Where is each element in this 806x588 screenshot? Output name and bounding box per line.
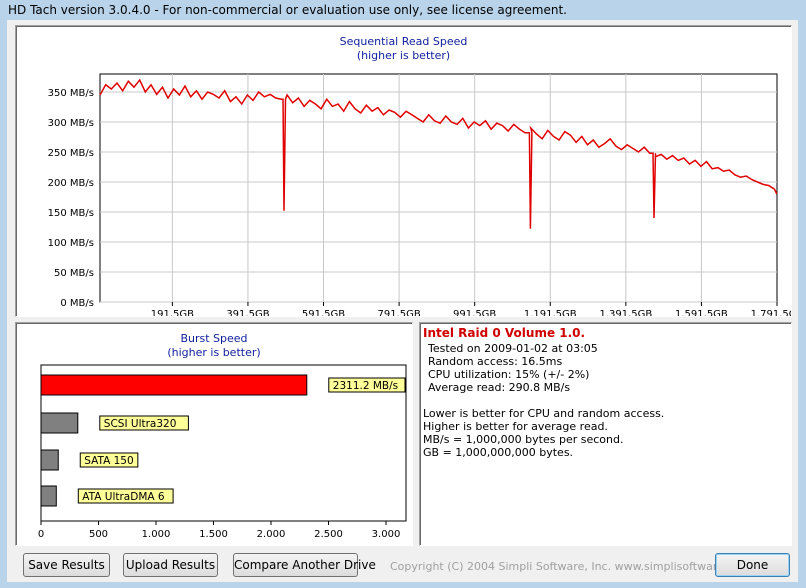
- save-results-button[interactable]: Save Results: [23, 553, 110, 577]
- x-tick-label: 391,5GB: [226, 309, 269, 316]
- y-tick-label: 250 MB/s: [48, 148, 94, 159]
- bar-label: SCSI Ultra320: [104, 418, 177, 430]
- upload-results-button[interactable]: Upload Results: [123, 553, 218, 577]
- y-tick-label: 50 MB/s: [54, 268, 94, 279]
- title-bar[interactable]: HD Tach version 3.0.4.0 - For non-commer…: [0, 0, 806, 20]
- x-tick-label: 991,5GB: [453, 309, 496, 316]
- x-tick-label: 1.591,5GB: [675, 309, 728, 316]
- random-access-text: Random access: 16.5ms: [428, 355, 563, 368]
- cpu-utilization-text: CPU utilization: 15% (+/- 2%): [428, 368, 590, 381]
- sequential-read-panel: Sequential Read Speed (higher is better)…: [15, 25, 792, 317]
- bar-label: SATA 150: [84, 455, 133, 467]
- y-tick-label: 0 MB/s: [60, 298, 94, 309]
- copyright-text: Copyright (C) 2004 Simpli Software, Inc.…: [390, 560, 751, 573]
- x-tick-label: 500: [89, 529, 108, 540]
- x-tick-label: 2.500: [314, 529, 343, 540]
- x-tick-label: 791,5GB: [377, 309, 420, 316]
- burst-bar: [40, 449, 59, 471]
- average-read-text: Average read: 290.8 MB/s: [428, 381, 571, 394]
- sequential-read-chart: 350 MB/s 300 MB/s 250 MB/s 200 MB/s 150 MB/s…: [48, 73, 791, 316]
- drive-name: Intel Raid 0 Volume 1.0.: [423, 326, 586, 340]
- x-tick-label: 191,5GB: [151, 309, 194, 316]
- x-tick-label: 3.000: [372, 529, 401, 540]
- note-line: Higher is better for average read.: [423, 420, 608, 433]
- drive-info-panel: Intel Raid 0 Volume 1.0. Tested on 2009-…: [419, 322, 792, 546]
- x-tick-label: 591,5GB: [302, 309, 345, 316]
- burst-speed-panel: Burst Speed (higher is better) 0 500 1.000…: [15, 322, 413, 546]
- x-tick-label: 2.000: [257, 529, 286, 540]
- x-tick-label: 1.791,5GB: [751, 309, 791, 316]
- tested-on-text: Tested on 2009-01-02 at 03:05: [428, 342, 598, 355]
- burst-bar: [40, 485, 57, 507]
- y-tick-label: 200 MB/s: [48, 178, 94, 189]
- y-tick-label: 350 MB/s: [48, 88, 94, 99]
- x-tick-label: 1.000: [142, 529, 171, 540]
- x-tick-label: 1.391,5GB: [599, 309, 652, 316]
- plot-area: [99, 73, 778, 303]
- bar-label: 2311.2 MB/s: [333, 380, 398, 392]
- y-tick-label: 300 MB/s: [48, 118, 94, 129]
- note-line: Lower is better for CPU and random acces…: [423, 407, 665, 420]
- note-line: GB = 1,000,000,000 bytes.: [423, 446, 574, 459]
- burst-bar: [40, 374, 308, 396]
- x-tick-label: 1.500: [199, 529, 228, 540]
- burst-bar: [40, 412, 79, 434]
- window-title: HD Tach version 3.0.4.0 - For non-commer…: [8, 3, 567, 17]
- compare-another-drive-button[interactable]: Compare Another Drive: [233, 553, 376, 577]
- application-window: HD Tach version 3.0.4.0 - For non-commer…: [0, 0, 806, 588]
- bar-label: ATA UltraDMA 6: [82, 491, 165, 503]
- client-area: Sequential Read Speed (higher is better)…: [7, 20, 798, 582]
- done-button[interactable]: Done: [715, 553, 790, 577]
- x-tick-label: 1.191,5GB: [524, 309, 577, 316]
- y-tick-label: 100 MB/s: [48, 238, 94, 249]
- note-line: MB/s = 1,000,000 bytes per second.: [423, 433, 624, 446]
- y-tick-label: 150 MB/s: [48, 208, 94, 219]
- x-tick-label: 0: [38, 529, 44, 540]
- burst-speed-chart: 0 500 1.000 1.500 2.000 2.500 3.000 2311.2 MB/s…: [38, 364, 407, 540]
